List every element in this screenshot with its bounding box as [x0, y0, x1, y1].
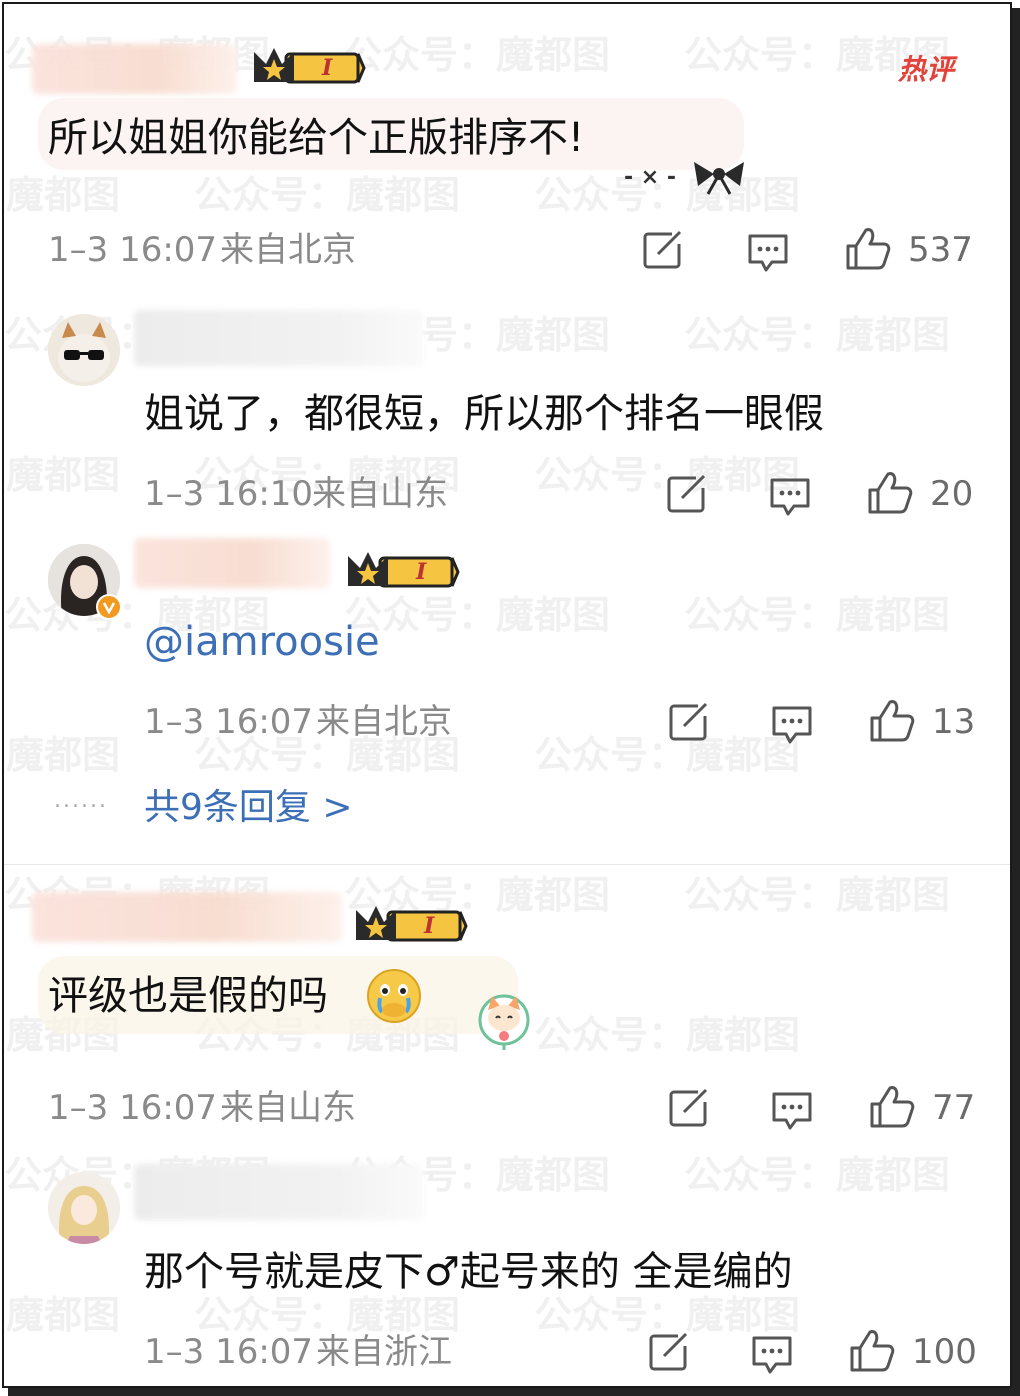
crown-badge-icon: I — [348, 552, 460, 588]
comment-text: 姐说了，都很短，所以那个排名一眼假 — [144, 391, 824, 437]
like-count: 77 — [932, 1088, 976, 1128]
like-count: 20 — [930, 474, 974, 514]
watermark: 公众号：魔都图 — [684, 313, 951, 357]
badge-letter: I — [415, 559, 427, 585]
comment-location: 来自北京 — [316, 702, 452, 742]
watermark: 公众号：魔都图 — [4, 733, 121, 777]
comment-icon[interactable] — [750, 1332, 794, 1376]
comment-location: 来自山东 — [312, 474, 448, 514]
divider — [4, 864, 1010, 865]
svg-text:- × -: - × - — [624, 165, 676, 190]
username-blurred[interactable] — [32, 892, 342, 942]
share-icon[interactable] — [666, 474, 708, 514]
anime-girl-avatar-icon — [48, 1172, 120, 1244]
username-blurred[interactable] — [134, 538, 330, 588]
view-replies-link[interactable]: 共9条回复 > — [144, 786, 353, 830]
comment-time: 1–3 16:10 — [144, 474, 314, 514]
comment-icon[interactable] — [746, 230, 790, 274]
like-icon[interactable] — [844, 226, 892, 272]
comment-screenshot: 公众号：魔都图 公众号：魔都图 公众号：魔都图 公众号：魔都图 公众号：魔都图 … — [2, 2, 1012, 1388]
comment-location: 来自北京 — [220, 230, 356, 270]
like-icon[interactable] — [848, 1328, 896, 1374]
badge-letter: I — [321, 55, 333, 81]
watermark: 公众号：魔都图 — [194, 173, 461, 217]
comment-time: 1–3 16:07 — [48, 1088, 218, 1128]
comment-location: 来自山东 — [220, 1088, 356, 1128]
comment-time: 1–3 16:07 — [144, 1332, 314, 1372]
watermark: 公众号：魔都图 — [4, 1293, 121, 1337]
comment-time: 1–3 16:07 — [144, 702, 314, 742]
comment-time: 1–3 16:07 — [48, 230, 218, 270]
cat-sticker-icon — [478, 994, 530, 1050]
comment-text: 所以姐姐你能给个正版排序不! — [48, 115, 585, 161]
watermark: 公众号：魔都图 — [534, 1013, 801, 1057]
reply-dots: ...... — [54, 788, 108, 813]
share-icon[interactable] — [668, 702, 710, 742]
comment-location: 来自浙江 — [316, 1332, 452, 1372]
comment-icon[interactable] — [770, 702, 814, 746]
watermark: 公众号：魔都图 — [684, 593, 951, 637]
avatar[interactable] — [48, 1172, 120, 1244]
like-count: 13 — [932, 702, 976, 742]
mention-link[interactable]: @iamroosie — [144, 618, 380, 666]
comment-icon[interactable] — [768, 474, 812, 518]
like-icon[interactable] — [868, 1084, 916, 1130]
bow-icon: - × - — [624, 162, 744, 195]
share-icon[interactable] — [648, 1332, 690, 1372]
cat-avatar-icon — [48, 314, 120, 386]
frame-shadow — [8, 1388, 1020, 1396]
comment-icon[interactable] — [770, 1088, 814, 1132]
watermark: 公众号：魔都图 — [344, 33, 611, 77]
like-count: 537 — [908, 230, 973, 270]
username-blurred[interactable] — [134, 310, 424, 366]
watermark: 公众号：魔都图 — [684, 873, 951, 917]
watermark: 公众号：魔都图 — [534, 733, 801, 777]
like-icon[interactable] — [866, 470, 914, 516]
comment-text: 评级也是假的吗 — [48, 973, 328, 1019]
frame-shadow — [1012, 8, 1020, 1396]
verified-badge-icon — [96, 594, 122, 620]
username-blurred[interactable] — [32, 44, 237, 94]
badge-letter: I — [423, 913, 435, 939]
like-count: 100 — [912, 1332, 977, 1372]
hot-comment-label: 热评 — [898, 53, 955, 86]
comment-text: 那个号就是皮下♂起号来的 全是编的 — [144, 1249, 793, 1295]
like-icon[interactable] — [868, 698, 916, 744]
share-icon[interactable] — [668, 1088, 710, 1128]
username-blurred[interactable] — [134, 1164, 424, 1220]
avatar[interactable] — [48, 314, 120, 386]
watermark: 公众号：魔都图 — [4, 453, 121, 497]
crown-badge-icon: I — [254, 48, 366, 84]
cry-emoji-icon — [367, 969, 421, 1023]
crown-badge-icon: I — [356, 906, 468, 942]
watermark: 公众号：魔都图 — [684, 1153, 951, 1197]
watermark: 公众号：魔都图 — [4, 173, 121, 217]
share-icon[interactable] — [642, 230, 684, 270]
